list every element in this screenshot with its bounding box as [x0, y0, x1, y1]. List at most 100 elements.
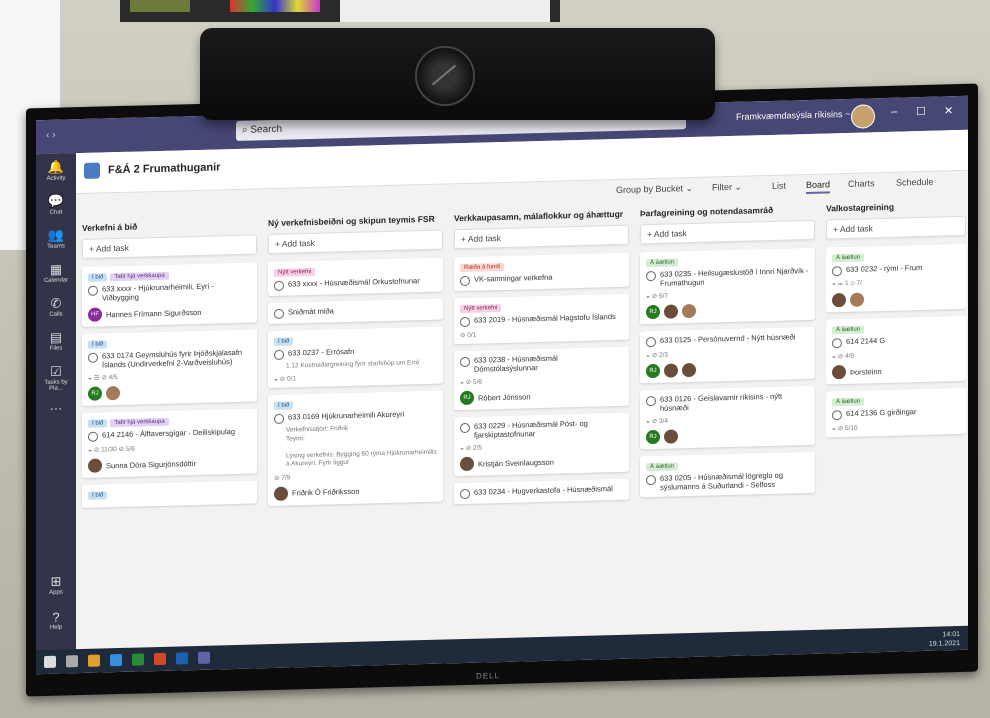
- background-poster: [120, 0, 560, 22]
- file-explorer-icon[interactable]: [88, 654, 100, 667]
- tab-schedule[interactable]: Schedule: [896, 177, 934, 188]
- edge-icon[interactable]: [110, 653, 122, 667]
- tab-board[interactable]: Board: [806, 179, 831, 195]
- task-card[interactable]: 633 0229 - Húsnæðismál Póst- og fjarskip…: [454, 412, 629, 477]
- rail-activity[interactable]: 🔔 Activity: [40, 159, 72, 182]
- outlook-icon[interactable]: [176, 652, 188, 665]
- task-card[interactable]: Á áætlun 633 0235 - Heilsugæslustöð í In…: [640, 247, 815, 325]
- camera-lens: [415, 46, 475, 106]
- task-card[interactable]: Á áætlun 614 2144 G ◒ ⊘ 4/9 Þorsteinn: [826, 315, 966, 385]
- task-card[interactable]: Í bið Tafir hjá verkkaupa 614 2146 - Álft…: [82, 408, 257, 478]
- rail-calls[interactable]: ✆ Calls: [40, 295, 72, 318]
- system-clock: 14:01 19.1.2021: [929, 630, 960, 649]
- complete-checkbox[interactable]: [274, 280, 284, 291]
- task-card[interactable]: 633 0238 - Húsnæðismál Dómstólasýslunnar…: [454, 346, 629, 411]
- complete-checkbox[interactable]: [832, 410, 842, 421]
- task-card[interactable]: 633 0234 - Hugverkastofa - Húsnæðismál: [454, 478, 629, 505]
- profile-avatar[interactable]: [851, 104, 875, 129]
- complete-checkbox[interactable]: [646, 270, 656, 282]
- rail-chat[interactable]: 💬 Chat: [40, 193, 72, 216]
- add-task-button[interactable]: + Add task: [640, 219, 815, 245]
- complete-checkbox[interactable]: [460, 356, 470, 368]
- powerpoint-icon[interactable]: [154, 652, 166, 666]
- filter-dropdown[interactable]: Filter ⌄: [712, 182, 742, 194]
- add-task-button[interactable]: + Add task: [268, 229, 443, 255]
- avatar: [832, 364, 846, 380]
- task-card[interactable]: Í bið 633 0169 Hjúkrunarheimili Akureyri…: [268, 390, 443, 506]
- group-by-dropdown[interactable]: Group by Bucket ⌄: [616, 183, 693, 196]
- teams-icon: 👥: [47, 227, 65, 243]
- task-label: Ræða á fundi: [460, 262, 505, 273]
- complete-checkbox[interactable]: [460, 316, 470, 328]
- complete-checkbox[interactable]: [88, 285, 98, 296]
- complete-checkbox[interactable]: [460, 488, 470, 500]
- tab-list[interactable]: List: [772, 181, 786, 191]
- task-label: Á áætlun: [646, 258, 679, 268]
- bucket-verkefni-a-bid: Verkefni á bið + Add task Í bið Tafir hjá…: [82, 214, 257, 515]
- complete-checkbox[interactable]: [274, 308, 284, 319]
- task-title: Sniðmát miða: [288, 306, 334, 317]
- task-card[interactable]: Á áætlun 633 0232 - rými - Frum ◒ 𝓂 1 ⊘ …: [826, 243, 966, 313]
- task-card[interactable]: 633 0126 - Geislavarnir ríkisins - nýtt …: [640, 385, 815, 450]
- add-task-button[interactable]: + Add task: [454, 224, 629, 250]
- task-label: Nýtt verkefni: [274, 267, 316, 277]
- task-card[interactable]: Á áætlun 633 0205 - Húsnæðismál lögreglu…: [640, 451, 815, 498]
- avatar: [850, 292, 864, 307]
- rail-tasks[interactable]: ☑ Tasks by Pla...: [40, 363, 72, 392]
- add-task-button[interactable]: + Add task: [826, 215, 966, 240]
- rail-more[interactable]: …: [40, 397, 72, 413]
- complete-checkbox[interactable]: [274, 414, 284, 425]
- search-placeholder: Search: [250, 123, 283, 136]
- task-progress: ◒ ☰ ⊘ 4/5: [88, 374, 118, 382]
- search-icon[interactable]: [66, 655, 78, 668]
- task-card[interactable]: Nýtt verkefni 633 xxxx - Húsnæðismál Ork…: [268, 257, 443, 297]
- rail-apps[interactable]: ⊞ Apps: [40, 573, 72, 596]
- rail-teams[interactable]: 👥 Teams: [40, 227, 72, 250]
- task-assignees: [832, 290, 960, 308]
- task-card[interactable]: Í bið Tafir hjá verkkaupa 633 xxxx - Hjúk…: [82, 262, 257, 327]
- assignee-name: Friðrik Ó Friðriksson: [292, 486, 360, 498]
- tab-charts[interactable]: Charts: [848, 178, 875, 189]
- complete-checkbox[interactable]: [460, 275, 470, 287]
- task-card[interactable]: Sniðmát miða: [268, 298, 443, 325]
- bucket-verkkaupasamn: Verkkaupasamn, málaflokkur og áhættugr +…: [454, 205, 629, 512]
- complete-checkbox[interactable]: [832, 266, 842, 277]
- minimize-button[interactable]: –: [891, 106, 897, 118]
- task-label: Nýtt verkefni: [460, 304, 502, 314]
- add-task-button[interactable]: + Add task: [82, 234, 257, 259]
- rail-help[interactable]: ? Help: [40, 609, 72, 631]
- start-icon[interactable]: [44, 655, 56, 668]
- task-assignee: RJ Róbert Jónsson: [460, 387, 623, 406]
- rail-files[interactable]: ▤ Files: [40, 329, 72, 352]
- avatar: [460, 456, 474, 472]
- task-card[interactable]: Ræða á fundi VK-samningar verkefna: [454, 252, 629, 292]
- complete-checkbox[interactable]: [832, 338, 842, 349]
- complete-checkbox[interactable]: [88, 352, 98, 363]
- task-card[interactable]: 633 0125 - Persónuvernd - Nýtt húsnæði ◒…: [640, 326, 815, 384]
- nav-arrows-icon[interactable]: ‹ ›: [46, 130, 55, 141]
- task-card[interactable]: Nýtt verkefni 633 2019 - Húsnæðismál Hag…: [454, 293, 629, 345]
- task-assignee: HF Hannes Frímann Sigurðsson: [88, 304, 251, 322]
- complete-checkbox[interactable]: [646, 395, 656, 407]
- maximize-button[interactable]: ☐: [916, 105, 926, 118]
- bucket-tharfagreining: Þarfagreining og notendasamráð + Add tas…: [640, 200, 815, 505]
- task-card[interactable]: Á áætlun 614 2136 G girðingar ◒ ⊘ 5/10: [826, 387, 966, 438]
- task-card[interactable]: Í bið: [82, 480, 257, 508]
- teams-taskbar-icon[interactable]: [198, 651, 210, 664]
- task-label: Í bið: [88, 491, 108, 500]
- assignee-name: Þorsteinn: [850, 366, 882, 377]
- complete-checkbox[interactable]: [274, 349, 284, 360]
- complete-checkbox[interactable]: [88, 431, 98, 442]
- rail-calendar[interactable]: ▦ Calendar: [40, 261, 72, 284]
- close-button[interactable]: ✕: [944, 104, 953, 117]
- task-label: Tafir hjá verkkaupa: [110, 417, 169, 428]
- complete-checkbox[interactable]: [646, 474, 656, 486]
- excel-icon[interactable]: [132, 653, 144, 666]
- complete-checkbox[interactable]: [646, 336, 656, 348]
- assignee-name: Kristján Sveinlaugsson: [478, 457, 554, 469]
- org-switcher[interactable]: Framkvæmdasýsla ríkisins ~: [736, 109, 850, 122]
- task-label: Á áætlun: [646, 462, 679, 472]
- task-card[interactable]: Í bið 633 0174 Geymsluhús fyrir Þjóðskja…: [82, 329, 257, 406]
- complete-checkbox[interactable]: [460, 422, 470, 434]
- task-card[interactable]: Í bið 633 0237 - Errósafn 1.12 Kostnaðar…: [268, 326, 443, 389]
